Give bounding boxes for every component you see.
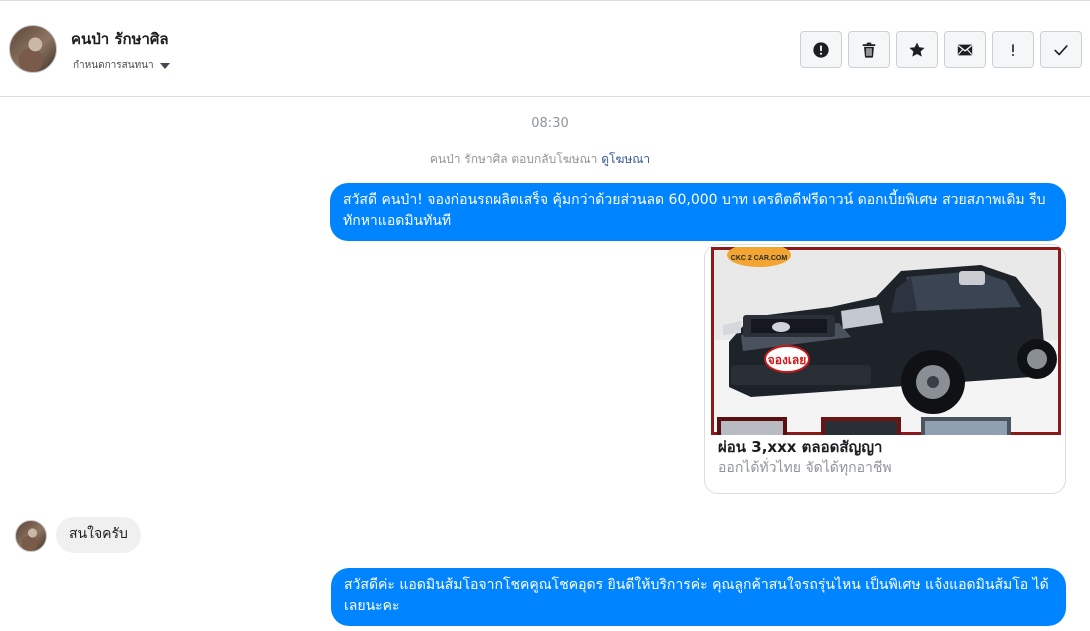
conversation-header: คนป่า รักษาศิล กำหนดการสนทนา bbox=[0, 1, 1090, 97]
ad-card-title: ผ่อน 3,xxx ตลอดสัญญา bbox=[718, 438, 883, 456]
report-icon bbox=[813, 41, 829, 58]
ad-image-logo: CKC 2 CAR.COM bbox=[731, 255, 788, 262]
checkmark-icon bbox=[1054, 44, 1068, 55]
star-button[interactable] bbox=[896, 31, 938, 68]
ad-car-image: CKC 2 CAR.COM จองเลย bbox=[711, 247, 1061, 435]
ad-image-stamp: จองเลย bbox=[768, 353, 807, 367]
delete-button[interactable] bbox=[848, 31, 890, 68]
report-button[interactable] bbox=[800, 31, 842, 68]
incoming-message: สนใจครับ bbox=[56, 517, 141, 553]
trash-icon bbox=[862, 42, 876, 58]
view-ad-link[interactable]: ดูโฆษณา bbox=[601, 152, 650, 166]
star-icon bbox=[909, 41, 925, 57]
exclamation-icon bbox=[1012, 43, 1014, 56]
manage-conversation-dropdown[interactable]: กำหนดการสนทนา bbox=[73, 58, 170, 73]
ad-reply-notice: คนป่า รักษาศิล ตอบกลับโฆษณา ดูโฆษณา bbox=[0, 150, 1080, 169]
envelope-icon bbox=[957, 44, 973, 55]
conversation-toolbar bbox=[800, 31, 1082, 68]
mark-done-button[interactable] bbox=[1040, 31, 1082, 68]
sender-avatar[interactable] bbox=[15, 520, 47, 552]
outgoing-message: สวัสดีค่ะ แอดมินส้มโอจากโชคคูณโชคอุดร ยิ… bbox=[331, 568, 1066, 626]
message-timestamp: 08:30 bbox=[531, 116, 569, 131]
ad-card-subtitle: ออกได้ทั่วไทย จัดได้ทุกอาชีพ bbox=[718, 460, 892, 476]
caret-down-icon bbox=[159, 62, 170, 69]
ad-reply-text: คนป่า รักษาศิล ตอบกลับโฆษณา bbox=[429, 152, 598, 166]
mark-unread-button[interactable] bbox=[944, 31, 986, 68]
manage-conversation-label: กำหนดการสนทนา bbox=[73, 60, 154, 71]
mark-spam-button[interactable] bbox=[992, 31, 1034, 68]
ad-card[interactable]: CKC 2 CAR.COM จองเลย ผ่อน 3,xxx ตลอดสัญญ… bbox=[704, 244, 1066, 494]
contact-avatar[interactable] bbox=[9, 25, 57, 73]
contact-name[interactable]: คนป่า รักษาศิล bbox=[71, 27, 169, 51]
outgoing-message: สวัสดี คนป่า! จองก่อนรถผลิตเสร็จ คุ้มกว่… bbox=[330, 183, 1066, 241]
